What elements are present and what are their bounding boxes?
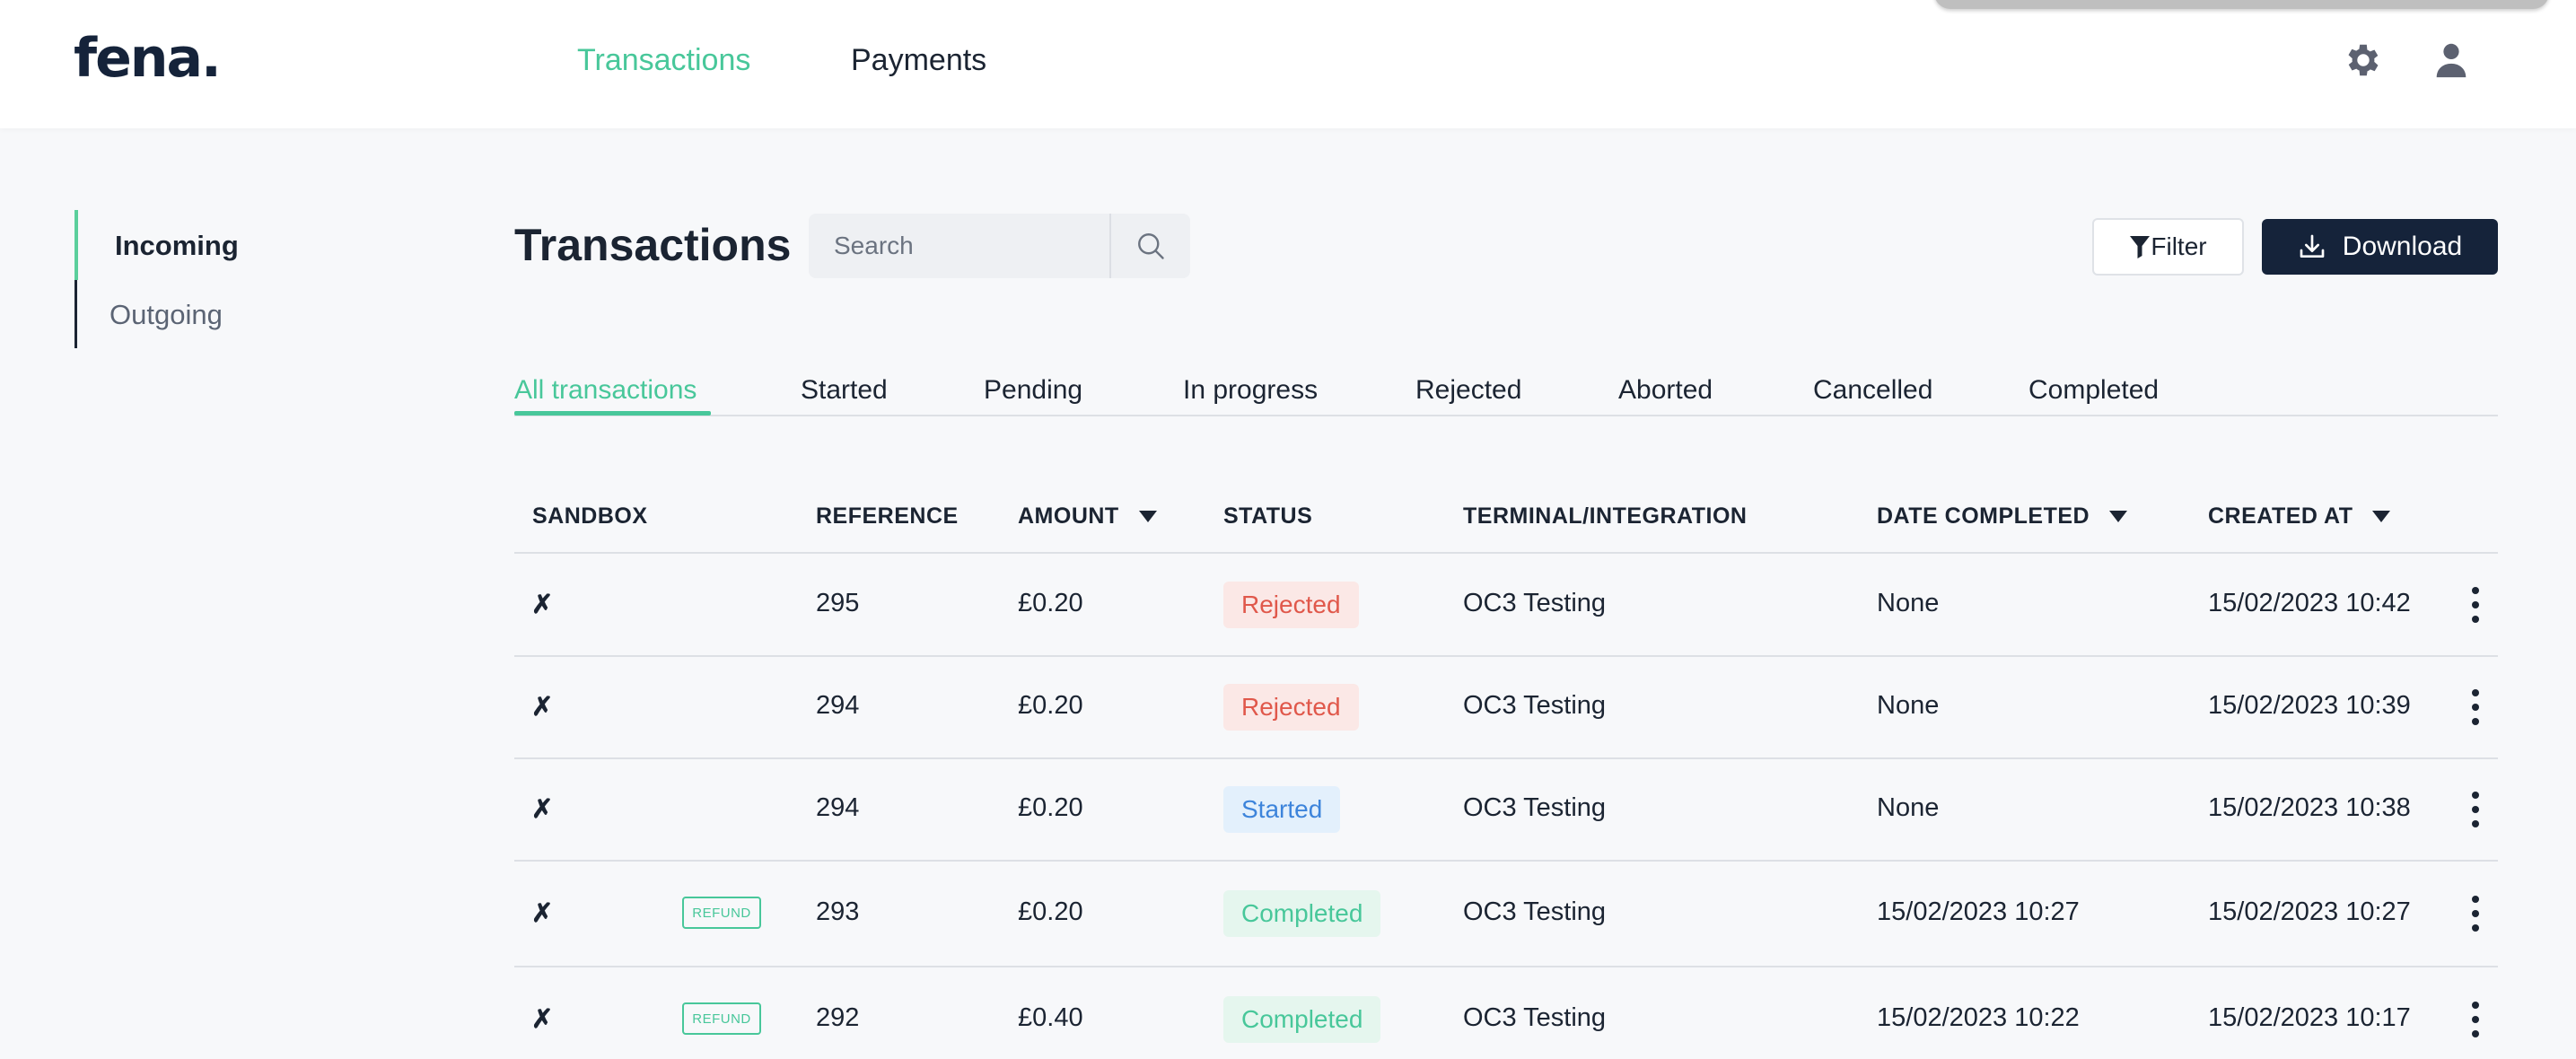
- column-header-terminal: TERMINAL/INTEGRATION: [1463, 503, 1747, 530]
- created-at-cell: 15/02/2023 10:42: [2208, 589, 2411, 617]
- download-icon: [2300, 234, 2325, 258]
- amount-cell: £0.20: [1018, 691, 1083, 720]
- row-menu-icon[interactable]: [2466, 896, 2484, 932]
- sidebar-item-incoming[interactable]: Incoming: [115, 230, 239, 262]
- search-input[interactable]: Search: [809, 232, 1109, 260]
- column-label: CREATED AT: [2208, 503, 2353, 529]
- status-badge: Completed: [1223, 890, 1381, 937]
- sidebar-item-outgoing[interactable]: Outgoing: [110, 299, 223, 331]
- reference-cell: 293: [816, 897, 860, 926]
- tab-started[interactable]: Started: [801, 375, 888, 406]
- row-menu-icon[interactable]: [2466, 1002, 2484, 1037]
- table-divider: [514, 552, 2498, 554]
- tab-pending[interactable]: Pending: [984, 375, 1082, 406]
- status-badge: Rejected: [1223, 684, 1359, 731]
- date-completed-cell: None: [1877, 589, 1940, 617]
- tab-in-progress[interactable]: In progress: [1183, 375, 1318, 406]
- column-label: DATE COMPLETED: [1877, 503, 2090, 529]
- column-label: TERMINAL/INTEGRATION: [1463, 503, 1748, 529]
- row-menu-icon[interactable]: [2466, 689, 2484, 725]
- download-button[interactable]: Download: [2262, 219, 2498, 275]
- column-header-status: STATUS: [1223, 503, 1312, 530]
- column-header-date-completed[interactable]: DATE COMPLETED: [1877, 503, 2128, 530]
- date-completed-cell: None: [1877, 691, 1940, 720]
- sidebar-divider: [74, 280, 77, 348]
- status-badge: Rejected: [1223, 582, 1359, 628]
- created-at-cell: 15/02/2023 10:27: [2208, 897, 2411, 926]
- sandbox-cross-icon: ✗: [531, 899, 554, 928]
- sandbox-cross-icon: ✗: [531, 693, 554, 722]
- sandbox-cross-icon: ✗: [531, 591, 554, 619]
- amount-cell: £0.20: [1018, 589, 1083, 617]
- filter-button[interactable]: Filter: [2092, 218, 2244, 276]
- refund-badge[interactable]: REFUND: [682, 897, 761, 929]
- terminal-cell: OC3 Testing: [1463, 589, 1607, 617]
- terminal-cell: OC3 Testing: [1463, 691, 1607, 720]
- date-completed-cell: None: [1877, 793, 1940, 822]
- status-badge: Started: [1223, 786, 1341, 833]
- created-at-cell: 15/02/2023 10:17: [2208, 1003, 2411, 1032]
- column-label: AMOUNT: [1018, 503, 1119, 529]
- terminal-cell: OC3 Testing: [1463, 897, 1607, 926]
- row-divider: [514, 966, 2498, 967]
- column-header-created-at[interactable]: CREATED AT: [2208, 503, 2391, 530]
- date-completed-cell: 15/02/2023 10:27: [1877, 897, 2080, 926]
- sandbox-cross-icon: ✗: [531, 795, 554, 824]
- terminal-cell: OC3 Testing: [1463, 793, 1607, 822]
- nav-transactions[interactable]: Transactions: [577, 43, 750, 78]
- row-divider: [514, 757, 2498, 759]
- column-header-amount[interactable]: AMOUNT: [1018, 503, 1157, 530]
- reference-cell: 294: [816, 793, 860, 822]
- sidebar-active-indicator: [74, 210, 78, 280]
- sandbox-cross-icon: ✗: [531, 1005, 554, 1034]
- row-menu-icon[interactable]: [2466, 792, 2484, 827]
- search-box: Search: [809, 214, 1190, 278]
- sort-caret-icon[interactable]: [1138, 511, 1157, 522]
- reference-cell: 292: [816, 1003, 860, 1032]
- column-label: SANDBOX: [532, 503, 648, 529]
- created-at-cell: 15/02/2023 10:39: [2208, 691, 2411, 720]
- sort-caret-icon[interactable]: [2372, 511, 2391, 522]
- amount-cell: £0.40: [1018, 1003, 1083, 1032]
- created-at-cell: 15/02/2023 10:38: [2208, 793, 2411, 822]
- filter-label: Filter: [2151, 232, 2207, 260]
- tab-cancelled[interactable]: Cancelled: [1813, 375, 1932, 406]
- amount-cell: £0.20: [1018, 897, 1083, 926]
- active-tab-indicator: [514, 411, 711, 416]
- gear-icon[interactable]: [2343, 39, 2384, 81]
- filter-icon: [2130, 236, 2151, 258]
- row-divider: [514, 655, 2498, 657]
- fena-logo[interactable]: fena.: [74, 27, 222, 90]
- tab-completed[interactable]: Completed: [2028, 375, 2159, 406]
- page-title: Transactions: [514, 220, 792, 270]
- overlay-edge: [1934, 0, 2549, 9]
- date-completed-cell: 15/02/2023 10:22: [1877, 1003, 2080, 1032]
- tab-aborted[interactable]: Aborted: [1618, 375, 1713, 406]
- row-divider: [514, 860, 2498, 862]
- tabs-divider: [514, 415, 2498, 416]
- column-label: STATUS: [1223, 503, 1313, 529]
- reference-cell: 295: [816, 589, 860, 617]
- top-bar: fena. Transactions Payments: [0, 0, 2576, 128]
- column-label: REFERENCE: [816, 503, 959, 529]
- sort-caret-icon[interactable]: [2109, 511, 2128, 522]
- tab-all-transactions[interactable]: All transactions: [514, 375, 697, 406]
- nav-payments[interactable]: Payments: [851, 43, 986, 78]
- column-header-sandbox: SANDBOX: [532, 503, 648, 530]
- reference-cell: 294: [816, 691, 860, 720]
- tab-rejected[interactable]: Rejected: [1415, 375, 1521, 406]
- amount-cell: £0.20: [1018, 793, 1083, 822]
- search-button[interactable]: [1111, 214, 1190, 278]
- column-header-reference: REFERENCE: [816, 503, 959, 530]
- search-icon: [1138, 233, 1164, 259]
- download-label: Download: [2342, 232, 2463, 261]
- row-menu-icon[interactable]: [2466, 587, 2484, 623]
- status-badge: Completed: [1223, 996, 1381, 1043]
- terminal-cell: OC3 Testing: [1463, 1003, 1607, 1032]
- user-icon[interactable]: [2431, 39, 2472, 81]
- refund-badge[interactable]: REFUND: [682, 1002, 761, 1035]
